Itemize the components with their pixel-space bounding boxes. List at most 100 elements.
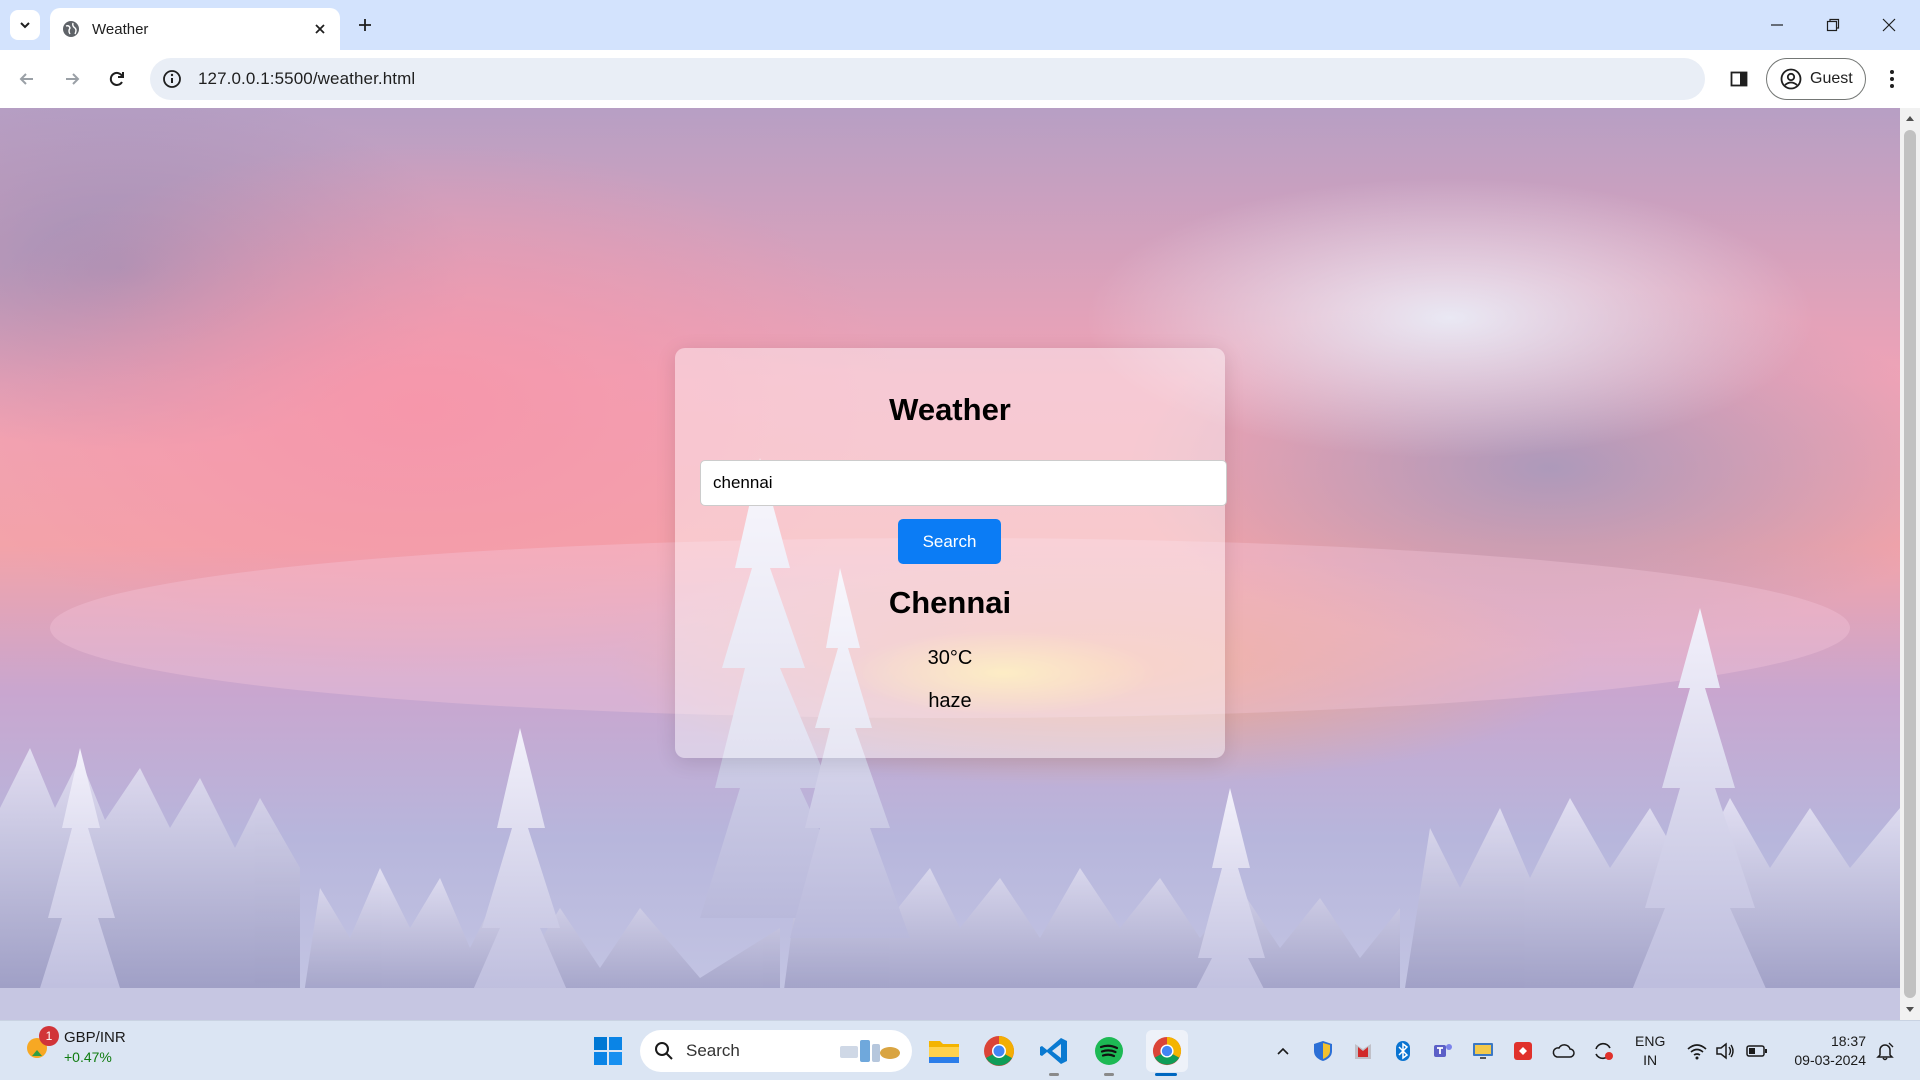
new-tab-button[interactable] [352,12,378,38]
city-name: Chennai [888,585,1012,620]
close-icon[interactable] [312,21,328,37]
search-highlight-icon [839,1040,900,1062]
scroll-up-arrow-icon[interactable] [1905,114,1915,124]
reload-icon [109,71,124,86]
restore-icon [1826,18,1840,32]
profile-label: Guest [1810,70,1853,87]
more-vert-icon [1890,70,1894,88]
running-indicator [1049,1073,1059,1076]
wifi-icon [1687,1044,1707,1060]
windows-logo-icon [594,1037,622,1065]
chrome-icon [1152,1036,1182,1066]
widget-title: GBP/INR [64,1029,126,1046]
security-tray-button[interactable] [1310,1038,1336,1064]
file-explorer-button[interactable] [926,1033,962,1069]
arrow-right-icon [66,73,80,85]
onedrive-tray-button[interactable] [1550,1038,1576,1064]
globe-icon [63,21,79,37]
sync-icon [1595,1042,1613,1060]
forward-button[interactable] [57,64,87,94]
browser-menu-button[interactable] [1878,65,1906,93]
mcafee-icon [1355,1044,1371,1059]
close-window-button[interactable] [1876,12,1902,38]
chevron-down-icon [20,22,30,29]
search-icon [655,1042,673,1060]
chrome-app-button[interactable] [981,1033,1017,1069]
search-button[interactable]: Search [898,519,1001,564]
side-panel-button[interactable] [1725,65,1753,93]
address-bar[interactable]: 127.0.0.1:5500/weather.html [150,58,1705,100]
widget-change: +0.47% [64,1049,112,1065]
arrow-left-icon [19,73,33,85]
url-text[interactable]: 127.0.0.1:5500/weather.html [198,69,415,89]
tab-title: Weather [92,20,149,38]
region-code: IN [1643,1052,1658,1068]
folder-icon [929,1041,959,1063]
taskbar-search-box[interactable]: Search [640,1030,912,1072]
cloud-icon [1552,1044,1575,1058]
plus-icon [359,19,371,31]
account-circle-icon [1780,68,1802,90]
city-search-input[interactable] [700,460,1227,506]
side-panel-icon [1730,71,1748,87]
chevron-up-icon [1277,1047,1289,1055]
bluetooth-icon [1396,1041,1410,1061]
start-button[interactable] [590,1033,626,1069]
close-icon [1882,18,1896,32]
browser-toolbar: 127.0.0.1:5500/weather.html Guest [0,50,1920,108]
spotify-icon [1095,1037,1123,1065]
weather-heading: Weather [889,392,1011,427]
reload-button[interactable] [102,64,132,94]
mcafee-tray-button[interactable] [1350,1038,1376,1064]
tab-strip: Weather [0,0,1920,50]
profile-button[interactable]: Guest [1766,58,1866,100]
sync-tray-button[interactable] [1590,1038,1616,1064]
browser-tab[interactable]: Weather [50,8,340,50]
tab-search-button[interactable] [10,10,40,40]
battery-icon [1746,1045,1767,1057]
currency-widget-icon: 1 [22,1026,59,1064]
wifi-tray-button[interactable] [1684,1038,1710,1064]
temperature-value: 30°C [927,647,973,669]
windows-taskbar: 1 GBP/INR +0.47% Search ENG IN 18:37 09-… [0,1020,1920,1080]
info-icon[interactable] [162,69,182,89]
monitor-icon [1473,1043,1493,1059]
minimize-button[interactable] [1764,12,1790,38]
volume-tray-button[interactable] [1712,1038,1738,1064]
scroll-down-arrow-icon[interactable] [1905,1004,1915,1014]
bluetooth-tray-button[interactable] [1390,1038,1416,1064]
display-tray-button[interactable] [1470,1038,1496,1064]
input-language-indicator[interactable]: ENG IN [1635,1032,1665,1070]
taskbar-clock[interactable]: 18:37 09-03-2024 [1784,1032,1866,1070]
page-viewport: Weather Search Chennai 30°C haze [0,108,1900,1020]
vscode-app-button[interactable] [1036,1033,1072,1069]
scrollbar-thumb[interactable] [1904,130,1916,998]
weather-description: haze [928,690,972,712]
teams-icon [1434,1044,1452,1057]
battery-tray-button[interactable] [1744,1038,1770,1064]
teams-tray-button[interactable] [1430,1038,1456,1064]
red-app-icon [1514,1042,1532,1060]
show-hidden-icons-button[interactable] [1270,1038,1296,1064]
shield-icon [1314,1041,1332,1061]
bell-icon [1876,1042,1894,1061]
notification-badge: 1 [39,1026,59,1046]
clock-time: 18:37 [1830,1033,1866,1049]
chrome-icon [984,1036,1014,1066]
taskbar-search-label: Search [686,1041,740,1060]
volume-icon [1716,1042,1734,1060]
restore-button[interactable] [1820,12,1846,38]
market-widget[interactable]: 1 GBP/INR +0.47% [22,1026,126,1065]
weather-card: Weather Search Chennai 30°C haze [675,348,1227,758]
notifications-button[interactable] [1872,1038,1898,1064]
clock-date: 09-03-2024 [1794,1052,1866,1068]
active-indicator [1155,1073,1177,1076]
spotify-app-button[interactable] [1091,1033,1127,1069]
vscode-icon [1040,1038,1067,1064]
app-tray-button[interactable] [1510,1038,1536,1064]
back-button[interactable] [12,64,42,94]
chrome-active-app-button[interactable] [1146,1030,1188,1072]
minimize-icon [1771,24,1783,26]
running-indicator [1104,1073,1114,1076]
page-scrollbar[interactable] [1900,108,1920,1020]
